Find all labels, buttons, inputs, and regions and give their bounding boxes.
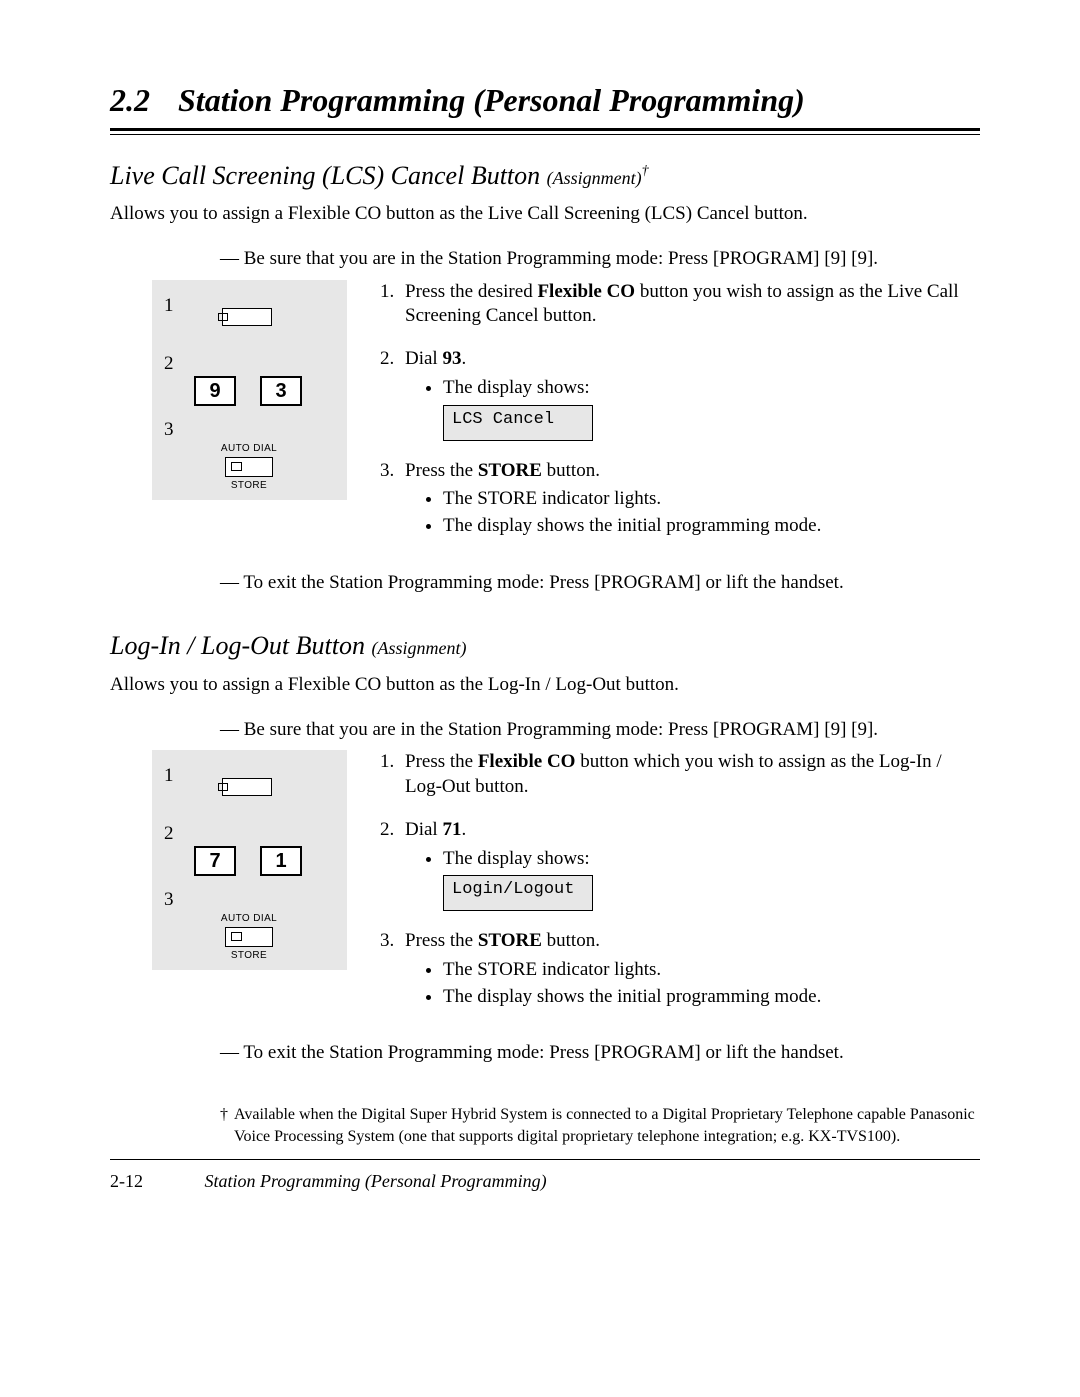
- section2-heading-sub: (Assignment): [371, 638, 466, 658]
- section1-steps: Press the desired Flexible CO button you…: [379, 280, 980, 539]
- step-item: Dial 71. The display shows: Login/Logout: [399, 818, 980, 911]
- section1-enter-mode: — Be sure that you are in the Station Pr…: [220, 247, 980, 272]
- diagram-step-number: 2: [164, 352, 174, 377]
- step-text: button.: [542, 930, 600, 951]
- section2-diagram: 1 2 7 1 3 AUTO DIAL STORE: [152, 750, 347, 970]
- lcd-display: LCS Cancel: [443, 405, 593, 441]
- step-bold: Flexible CO: [478, 751, 576, 772]
- co-button-led-icon: [218, 313, 228, 321]
- section1-exit-mode: — To exit the Station Programming mode: …: [220, 571, 980, 596]
- sub-bullet: The STORE indicator lights.: [443, 487, 980, 512]
- section1-heading-sub: (Assignment): [547, 168, 642, 188]
- auto-dial-label: AUTO DIAL: [214, 442, 284, 455]
- co-button-led-icon: [218, 783, 228, 791]
- sub-bullet: The display shows the initial programmin…: [443, 985, 980, 1010]
- bottom-rule: [110, 1159, 980, 1160]
- co-button-icon: [222, 308, 272, 326]
- co-button-icon: [222, 778, 272, 796]
- store-label: STORE: [214, 949, 284, 962]
- sub-bullet: The STORE indicator lights.: [443, 958, 980, 983]
- sub-bullet: The display shows:: [443, 376, 980, 401]
- diagram-step-number: 3: [164, 418, 174, 443]
- store-button-group: AUTO DIAL STORE: [214, 910, 284, 964]
- step-text: button.: [542, 460, 600, 481]
- keypad-key: 7: [194, 846, 236, 876]
- chapter-heading: 2.2 Station Programming (Personal Progra…: [110, 80, 980, 122]
- step-item: Press the STORE button. The STORE indica…: [399, 929, 980, 1009]
- step-bold: 93: [442, 348, 461, 369]
- diagram-step-number: 3: [164, 888, 174, 913]
- step-bold: STORE: [478, 930, 542, 951]
- diagram-step-number: 1: [164, 294, 174, 319]
- store-button-icon: [225, 927, 273, 947]
- title-rule: [110, 128, 980, 135]
- keypad-key: 3: [260, 376, 302, 406]
- footer-title: Station Programming (Personal Programmin…: [205, 1171, 547, 1191]
- step-text: Press the: [405, 751, 478, 772]
- page-number: 2-12: [110, 1170, 200, 1193]
- store-button-led-icon: [231, 932, 242, 941]
- section2-steps: Press the Flexible CO button which you w…: [379, 750, 980, 1009]
- step-item: Press the STORE button. The STORE indica…: [399, 459, 980, 539]
- section2-heading: Log-In / Log-Out Button (Assignment): [110, 629, 980, 663]
- step-bold: Flexible CO: [537, 281, 635, 302]
- sub-bullet: The display shows the initial programmin…: [443, 514, 980, 539]
- lcd-display: Login/Logout: [443, 875, 593, 911]
- section1-heading-main: Live Call Screening (LCS) Cancel Button: [110, 161, 547, 190]
- section1-intro: Allows you to assign a Flexible CO butto…: [110, 202, 980, 227]
- section2-heading-main: Log-In / Log-Out Button: [110, 631, 371, 660]
- chapter-title: Station Programming (Personal Programmin…: [178, 82, 805, 118]
- step-item: Press the Flexible CO button which you w…: [399, 750, 980, 799]
- step-text: .: [461, 348, 466, 369]
- keypad-key: 1: [260, 846, 302, 876]
- store-button-icon: [225, 457, 273, 477]
- step-bold: 71: [442, 819, 461, 840]
- step-item: Dial 93. The display shows: LCS Cancel: [399, 347, 980, 440]
- auto-dial-label: AUTO DIAL: [214, 912, 284, 925]
- chapter-number: 2.2: [110, 80, 170, 122]
- step-text: Press the: [405, 460, 478, 481]
- section2-intro: Allows you to assign a Flexible CO butto…: [110, 673, 980, 698]
- store-button-group: AUTO DIAL STORE: [214, 440, 284, 494]
- store-label: STORE: [214, 479, 284, 492]
- step-text: Press the desired: [405, 281, 537, 302]
- store-button-led-icon: [231, 462, 242, 471]
- step-text: Dial: [405, 348, 442, 369]
- footnote-text: Available when the Digital Super Hybrid …: [234, 1104, 980, 1147]
- step-text: Press the: [405, 930, 478, 951]
- step-text: Dial: [405, 819, 442, 840]
- step-text: .: [461, 819, 466, 840]
- diagram-step-number: 1: [164, 764, 174, 789]
- keypad-key: 9: [194, 376, 236, 406]
- section2-exit-mode: — To exit the Station Programming mode: …: [220, 1041, 980, 1066]
- footnote-dagger: †: [220, 1104, 234, 1147]
- section2-enter-mode: — Be sure that you are in the Station Pr…: [220, 718, 980, 743]
- sub-bullet: The display shows:: [443, 847, 980, 872]
- page-footer: 2-12 Station Programming (Personal Progr…: [110, 1170, 980, 1193]
- step-item: Press the desired Flexible CO button you…: [399, 280, 980, 329]
- section1-dagger: †: [642, 163, 649, 178]
- footnote: † Available when the Digital Super Hybri…: [220, 1104, 980, 1147]
- section1-heading: Live Call Screening (LCS) Cancel Button …: [110, 159, 980, 193]
- diagram-step-number: 2: [164, 822, 174, 847]
- section1-diagram: 1 2 9 3 3 AUTO DIAL STORE: [152, 280, 347, 500]
- step-bold: STORE: [478, 460, 542, 481]
